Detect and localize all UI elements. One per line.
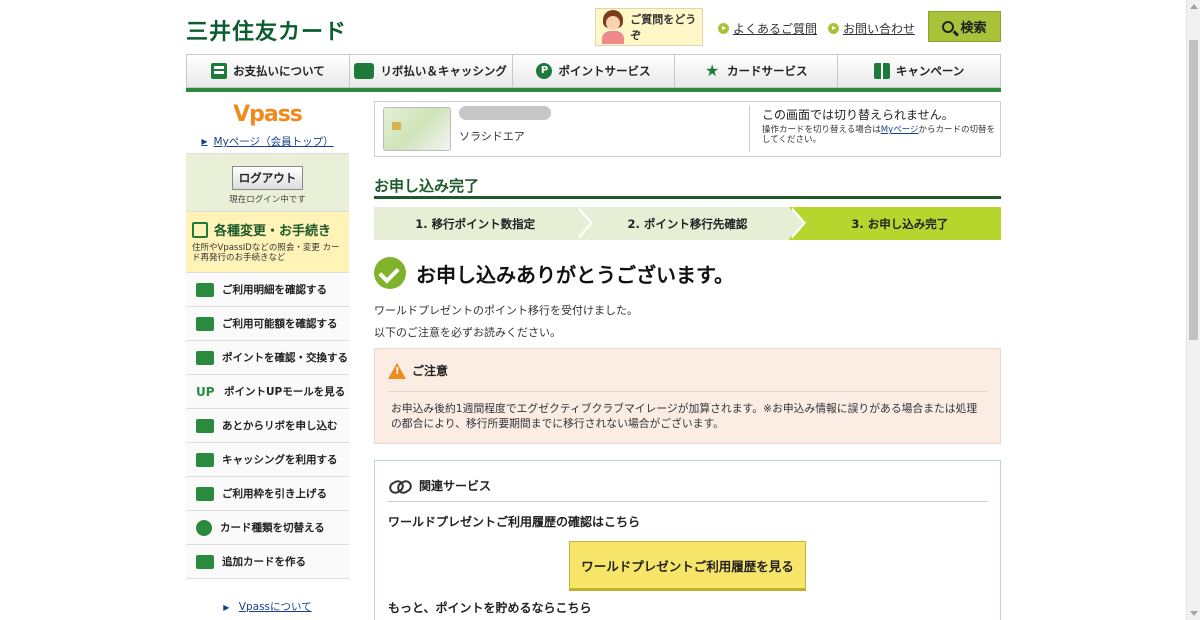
- related-question-history: ワールドプレゼントご利用履歴の確認はこちら: [388, 515, 641, 529]
- logout-block: ログアウト 現在ログイン中です: [186, 154, 349, 212]
- current-card-panel: ソラシドエア この画面では切り替えられません。 操作カードを切り替える場合はMy…: [374, 101, 1001, 157]
- sidebar-item-add-card[interactable]: 追加カードを作る: [186, 545, 349, 579]
- vpass-block: Vpass ▶ Myページ（会員トップ）: [186, 96, 349, 154]
- gift-icon: [873, 63, 890, 79]
- instruction-message: 以下のご注意を必ずお読みください。: [374, 326, 561, 339]
- nav-campaign[interactable]: キャンペーン: [838, 54, 1001, 88]
- related-question-points: もっと、ポイントを貯めるならこちら: [388, 601, 592, 615]
- star-icon: ★: [705, 61, 720, 80]
- up-icon: UP: [196, 384, 215, 399]
- settings-description: 住所やVpassIDなどの照会・変更 カード再発行のお手続きなど: [192, 243, 340, 263]
- scrollbar-thumb[interactable]: [1189, 40, 1198, 340]
- cash-icon: [196, 452, 214, 467]
- edit-icon: [192, 221, 208, 238]
- masked-card-number: [459, 106, 551, 120]
- sidebar-item-points[interactable]: ポイントを確認・交換する: [186, 341, 349, 375]
- vpass-logo[interactable]: Vpass: [186, 104, 349, 126]
- sidebar-item-ribo[interactable]: あとからリボを申し込む: [186, 409, 349, 443]
- help-banner[interactable]: ご質問をどうぞ: [595, 8, 703, 46]
- contact-link[interactable]: お問い合わせ: [828, 20, 915, 37]
- step-3: 3. お申し込み完了: [788, 207, 1001, 240]
- triangle-right-icon: ▶: [201, 137, 208, 146]
- card-icon: [196, 316, 214, 331]
- vertical-scrollbar[interactable]: [1186, 0, 1200, 620]
- progress-steps: 1. 移行ポイント数指定 2. ポイント移行先確認 3. お申し込み完了: [374, 207, 1001, 240]
- nav-point-service[interactable]: P ポイントサービス: [512, 54, 676, 88]
- search-button[interactable]: 検索: [928, 11, 1001, 42]
- page-title: お申し込み完了: [374, 175, 1001, 199]
- arrow-circle-icon: [718, 23, 729, 34]
- checkmark-icon: [374, 257, 406, 289]
- sidebar-item-statement[interactable]: ご利用明細を確認する: [186, 273, 349, 307]
- point-icon: [196, 350, 214, 365]
- view-history-button[interactable]: ワールドプレゼントご利用履歴を見る: [569, 541, 806, 589]
- sidebar-item-limit-up[interactable]: ご利用枠を引き上げる: [186, 477, 349, 511]
- caution-box: ご注意 お申込み後約1週間程度でエグゼクティブクラブマイレージが加算されます。※…: [374, 348, 1001, 444]
- point-icon: P: [536, 63, 553, 79]
- warning-icon: [388, 362, 406, 379]
- sidebar-item-available-amount[interactable]: ご利用可能額を確認する: [186, 307, 349, 341]
- mypage-link[interactable]: ▶ Myページ（会員トップ）: [186, 134, 349, 149]
- ribo-icon: [354, 63, 375, 79]
- faq-link[interactable]: よくあるご質問: [718, 20, 817, 37]
- switch-icon: [196, 519, 212, 536]
- thanks-heading: お申し込みありがとうございます。: [374, 257, 734, 289]
- brand-logo[interactable]: 三井住友カード: [186, 14, 347, 46]
- step-1: 1. 移行ポイント数指定: [374, 207, 594, 240]
- search-icon: [942, 20, 955, 33]
- scroll-up-icon[interactable]: [1190, 4, 1198, 9]
- nav-payment[interactable]: お支払いについて: [186, 54, 350, 88]
- settings-link[interactable]: 各種変更・お手続き 住所やVpassIDなどの照会・変更 カード再発行のお手続き…: [186, 212, 349, 273]
- statement-icon: [196, 282, 214, 297]
- sidebar-item-cashing[interactable]: キャッシングを利用する: [186, 443, 349, 477]
- card-chip-icon: [392, 122, 401, 130]
- sidebar-item-switch-card[interactable]: カード種類を切替える: [186, 511, 349, 545]
- calculator-icon: [211, 63, 228, 79]
- help-label: ご質問をどうぞ: [630, 13, 697, 42]
- confirmation-message: ワールドプレゼントのポイント移行を受付けました。: [374, 304, 638, 317]
- card-name: ソラシドエア: [459, 130, 525, 143]
- step-2: 2. ポイント移行先確認: [576, 207, 806, 240]
- arrow-circle-icon: [828, 23, 839, 34]
- global-nav: お支払いについて リボ払い＆キャッシング P ポイントサービス ★ カードサービ…: [186, 54, 1001, 92]
- card-switch-note: この画面では切り替えられません。 操作カードを切り替える場合はMyページからカー…: [749, 106, 1000, 152]
- mypage-inline-link[interactable]: Myページ: [881, 125, 919, 135]
- about-vpass-link[interactable]: ▶ Vpassについて: [186, 599, 349, 614]
- logout-button[interactable]: ログアウト: [231, 166, 304, 190]
- triangle-right-icon: ▶: [223, 603, 230, 612]
- related-services: 関連サービス ワールドプレゼントご利用履歴の確認はこちら ワールドプレゼントご利…: [374, 460, 1001, 620]
- nav-ribo-cashing[interactable]: リボ払い＆キャッシング: [349, 54, 513, 88]
- card-name-block: ソラシドエア: [459, 102, 749, 156]
- page: 三井住友カード ご質問をどうぞ よくあるご質問 お問い合わせ 検索 お支払いにつ…: [0, 0, 1200, 620]
- operator-avatar-icon: [600, 10, 624, 44]
- scroll-down-icon[interactable]: [1190, 611, 1198, 616]
- sidebar-menu: ご利用明細を確認する ご利用可能額を確認する ポイントを確認・交換する UP ポイ…: [186, 273, 349, 579]
- credit-card-image: [383, 107, 451, 151]
- nav-card-service[interactable]: ★ カードサービス: [675, 54, 839, 88]
- link-icon: [389, 480, 411, 492]
- caution-text: お申込み後約1週間程度でエグゼクティブクラブマイレージが加算されます。※お申込み…: [391, 402, 978, 430]
- ribo-icon: [196, 418, 214, 433]
- sidebar: Vpass ▶ Myページ（会員トップ） ログアウト 現在ログイン中です 各種変…: [186, 96, 349, 613]
- add-card-icon: [196, 554, 214, 569]
- sidebar-item-point-up-mall[interactable]: UP ポイントUPモールを見る: [186, 375, 349, 409]
- login-status: 現在ログイン中です: [229, 195, 306, 205]
- limit-up-icon: [196, 486, 214, 501]
